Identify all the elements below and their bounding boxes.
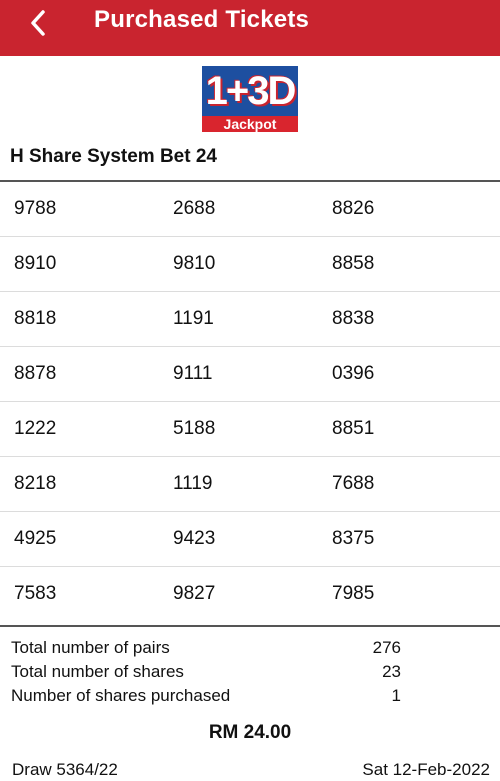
ticket-number: 1222 — [14, 418, 57, 439]
numbers-table: 9788 2688 8826 8910 9810 8858 8818 1191 … — [0, 182, 500, 622]
summary-label: Total number of pairs — [11, 638, 170, 657]
draw-date: Sat 12-Feb-2022 — [362, 760, 490, 779]
ticket-number: 8878 — [14, 363, 57, 384]
summary-label: Number of shares purchased — [11, 686, 231, 705]
ticket-number: 8910 — [14, 253, 57, 274]
summary-row: Total number of pairs 276 — [0, 636, 500, 660]
numbers-row: 8878 9111 0396 — [0, 347, 500, 402]
summary-row: Total number of shares 23 — [0, 660, 500, 684]
ticket-number: 8838 — [332, 308, 375, 329]
numbers-row: 8818 1191 8838 — [0, 292, 500, 347]
ticket-number: 7985 — [332, 583, 375, 604]
summary-label: Total number of shares — [11, 662, 184, 681]
total-amount: RM 24.00 — [208, 722, 292, 743]
ticket-number: 0396 — [332, 363, 375, 384]
page-title: Purchased Tickets — [94, 6, 310, 33]
game-logo: 1+3D Jackpot — [202, 66, 298, 132]
logo-main: 1+3D — [202, 66, 298, 116]
ticket-number: 8858 — [332, 253, 375, 274]
numbers-row: 1222 5188 8851 — [0, 402, 500, 457]
ticket-number: 1119 — [173, 473, 213, 494]
summary-value: 276 — [372, 638, 401, 657]
summary-value: 23 — [382, 662, 401, 681]
ticket-number: 9423 — [173, 528, 216, 549]
logo-main-text: 1+3D — [205, 69, 297, 113]
draw-number: Draw 5364/22 — [12, 760, 118, 779]
ticket-number: 4925 — [14, 528, 57, 549]
ticket-number: 8818 — [14, 308, 57, 329]
numbers-row: 4925 9423 8375 — [0, 512, 500, 567]
ticket-number: 9827 — [173, 583, 216, 604]
numbers-row: 7583 9827 7985 — [0, 567, 500, 622]
back-button[interactable] — [26, 8, 50, 38]
ticket-number: 8826 — [332, 198, 375, 219]
bet-title: H Share System Bet 24 — [10, 146, 217, 167]
numbers-row: 8218 1119 7688 — [0, 457, 500, 512]
ticket-number: 7688 — [332, 473, 375, 494]
ticket-number: 1191 — [173, 308, 214, 329]
ticket-number: 7583 — [14, 583, 57, 604]
ticket-number: 8851 — [332, 418, 375, 439]
ticket-number: 9111 — [173, 363, 213, 384]
numbers-row: 8910 9810 8858 — [0, 237, 500, 292]
ticket-summary: Total number of pairs 276 Total number o… — [0, 636, 500, 708]
ticket-number: 9788 — [14, 198, 57, 219]
ticket-number: 8375 — [332, 528, 375, 549]
ticket-number: 9810 — [173, 253, 216, 274]
logo-sub-text: Jackpot — [202, 116, 298, 132]
summary-row: Number of shares purchased 1 — [0, 684, 500, 708]
chevron-left-icon — [31, 10, 45, 36]
app-bar: Purchased Tickets — [0, 0, 500, 56]
ticket-number: 8218 — [14, 473, 57, 494]
summary-value: 1 — [391, 686, 401, 705]
ticket-number: 5188 — [173, 418, 216, 439]
numbers-row: 9788 2688 8826 — [0, 182, 500, 237]
divider — [0, 625, 500, 627]
ticket-number: 2688 — [173, 198, 216, 219]
